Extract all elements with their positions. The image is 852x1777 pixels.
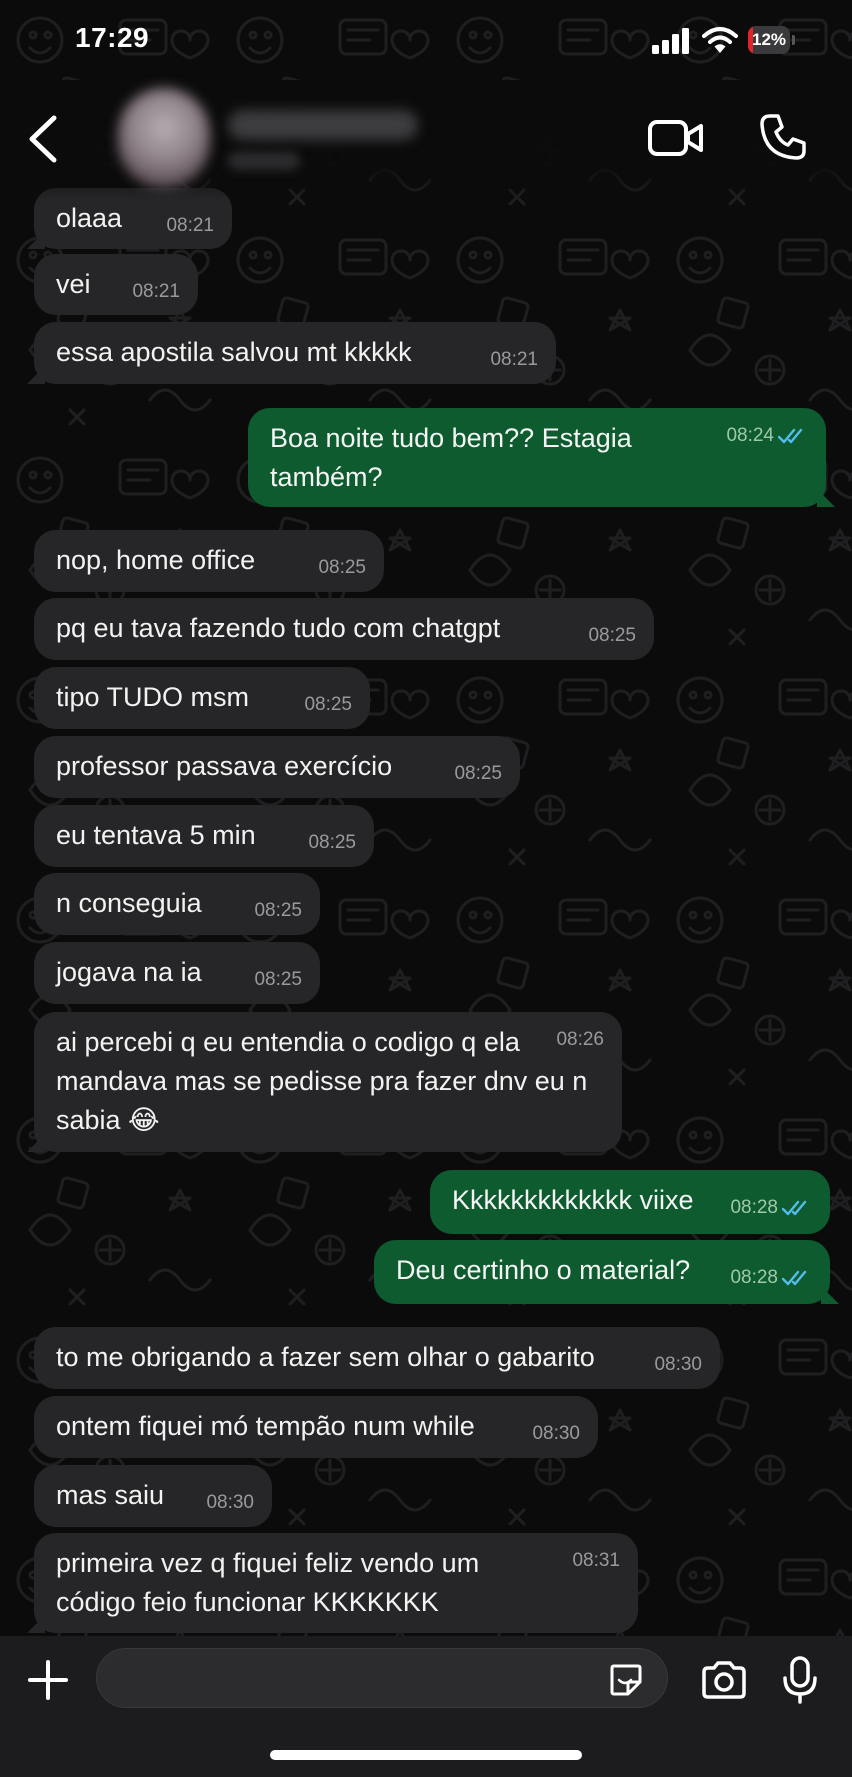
message-text: eu tentava 5 min xyxy=(56,820,256,850)
incoming-message[interactable]: 08:26 ai percebi q eu entendia o codigo q… xyxy=(34,1012,622,1152)
incoming-message[interactable]: 08:25 n conseguia xyxy=(34,873,320,935)
message-time: 08:31 xyxy=(572,1550,620,1571)
incoming-message[interactable]: 08:21 essa apostila salvou mt kkkkk xyxy=(34,322,556,384)
message-list: 08:21 olaaa 08:21 vei 08:21 essa apostila sal… xyxy=(0,0,852,1640)
incoming-message[interactable]: 08:25 nop, home office xyxy=(34,530,384,592)
message-timestamp: 08:26 xyxy=(556,1027,604,1053)
plus-icon[interactable] xyxy=(26,1658,70,1702)
read-receipt-icon xyxy=(778,428,803,444)
outgoing-message[interactable]: 08:24 Boa noite tudo bem?? Estagia também… xyxy=(248,408,826,507)
message-time: 08:25 xyxy=(318,557,366,578)
message-timestamp: 08:25 xyxy=(588,623,636,649)
message-text: jogava na ia xyxy=(56,957,202,987)
message-text: primeira vez q fiquei feliz vendo um cód… xyxy=(56,1548,480,1617)
contact-avatar[interactable] xyxy=(118,88,210,188)
composer-bar xyxy=(0,1636,852,1777)
message-timestamp: 08:28 xyxy=(730,1265,812,1291)
message-text: vei xyxy=(56,269,91,299)
message-timestamp: 08:25 xyxy=(318,555,366,581)
incoming-message[interactable]: 08:21 vei xyxy=(34,254,198,315)
incoming-message[interactable]: 08:25 professor passava exercício xyxy=(34,736,520,798)
incoming-message[interactable]: 08:30 ontem fiquei mó tempão num while xyxy=(34,1396,598,1458)
outgoing-message[interactable]: 08:28 Kkkkkkkkkkkkk viixe xyxy=(430,1170,830,1234)
message-time: 08:25 xyxy=(454,763,502,784)
contact-status xyxy=(228,152,300,170)
phone-icon[interactable] xyxy=(758,112,808,162)
message-timestamp: 08:30 xyxy=(654,1352,702,1378)
message-text: Deu certinho o material? xyxy=(396,1255,691,1285)
message-text: to me obrigando a fazer sem olhar o gaba… xyxy=(56,1342,595,1372)
contact-name[interactable] xyxy=(228,110,418,140)
message-time: 08:28 xyxy=(730,1267,778,1288)
message-timestamp: 08:25 xyxy=(254,898,302,924)
cellular-signal-icon xyxy=(652,28,689,54)
read-receipt-icon xyxy=(782,1270,807,1286)
camera-icon[interactable] xyxy=(700,1660,748,1700)
message-text: ontem fiquei mó tempão num while xyxy=(56,1411,475,1441)
message-text: Kkkkkkkkkkkkk viixe xyxy=(452,1185,694,1215)
message-time: 08:30 xyxy=(654,1354,702,1375)
message-time: 08:30 xyxy=(532,1423,580,1444)
read-receipt-icon xyxy=(782,1200,807,1216)
message-text: pq eu tava fazendo tudo com chatgpt xyxy=(56,613,501,643)
message-text: nop, home office xyxy=(56,545,256,575)
message-time: 08:30 xyxy=(206,1492,254,1513)
message-text: Boa noite tudo bem?? Estagia também? xyxy=(270,423,632,492)
message-time: 08:26 xyxy=(556,1029,604,1050)
message-text: n conseguia xyxy=(56,888,202,918)
message-time: 08:21 xyxy=(490,349,538,370)
message-text: ai percebi q eu entendia o codigo q ela … xyxy=(56,1027,588,1135)
message-timestamp: 08:25 xyxy=(454,761,502,787)
message-text: mas saiu xyxy=(56,1480,165,1510)
message-timestamp: 08:28 xyxy=(730,1195,812,1221)
message-time: 08:28 xyxy=(730,1197,778,1218)
incoming-message[interactable]: 08:25 pq eu tava fazendo tudo com chatgpt xyxy=(34,598,654,660)
incoming-message[interactable]: 08:25 jogava na ia xyxy=(34,942,320,1004)
message-input[interactable] xyxy=(96,1648,668,1708)
message-text: professor passava exercício xyxy=(56,751,393,781)
message-timestamp: 08:24 xyxy=(726,423,808,449)
message-timestamp: 08:25 xyxy=(308,830,356,856)
incoming-message[interactable]: 08:30 mas saiu xyxy=(34,1465,272,1527)
status-time: 17:29 xyxy=(75,22,150,53)
battery-icon: 12% xyxy=(748,26,796,56)
message-timestamp: 08:21 xyxy=(132,279,180,305)
microphone-icon[interactable] xyxy=(782,1656,818,1704)
message-time: 08:21 xyxy=(132,281,180,302)
incoming-message[interactable]: 08:30 to me obrigando a fazer sem olhar o… xyxy=(34,1327,720,1389)
video-camera-icon[interactable] xyxy=(648,116,704,160)
message-time: 08:25 xyxy=(254,969,302,990)
incoming-message[interactable]: 08:25 tipo TUDO msm xyxy=(34,667,370,729)
message-time: 08:21 xyxy=(166,215,214,236)
outgoing-message[interactable]: 08:28 Deu certinho o material? xyxy=(374,1240,830,1304)
chat-screen: 17:29 12% 08:21 olaaa 08:21 vei 08:21 essa ap… xyxy=(0,0,852,1777)
incoming-message[interactable]: 08:31 primeira vez q fiquei feliz vendo u… xyxy=(34,1533,638,1633)
message-timestamp: 08:30 xyxy=(206,1490,254,1516)
message-timestamp: 08:21 xyxy=(490,347,538,373)
message-timestamp: 08:31 xyxy=(572,1548,620,1574)
message-text: tipo TUDO msm xyxy=(56,682,250,712)
message-time: 08:25 xyxy=(308,832,356,853)
message-text: essa apostila salvou mt kkkkk xyxy=(56,337,412,367)
message-timestamp: 08:30 xyxy=(532,1421,580,1447)
incoming-message[interactable]: 08:25 eu tentava 5 min xyxy=(34,805,374,867)
sticker-icon[interactable] xyxy=(608,1662,644,1698)
message-time: 08:25 xyxy=(588,625,636,646)
message-time: 08:24 xyxy=(726,425,774,446)
message-text: olaaa xyxy=(56,203,123,233)
home-indicator[interactable] xyxy=(270,1750,582,1760)
message-time: 08:25 xyxy=(254,900,302,921)
battery-percent: 12% xyxy=(751,30,787,49)
chat-header xyxy=(0,80,852,200)
status-bar: 17:29 12% xyxy=(0,0,852,80)
message-time: 08:25 xyxy=(304,694,352,715)
wifi-icon xyxy=(702,27,738,53)
chevron-left-icon[interactable] xyxy=(22,112,66,166)
message-timestamp: 08:25 xyxy=(304,692,352,718)
message-timestamp: 08:21 xyxy=(166,213,214,239)
message-timestamp: 08:25 xyxy=(254,967,302,993)
